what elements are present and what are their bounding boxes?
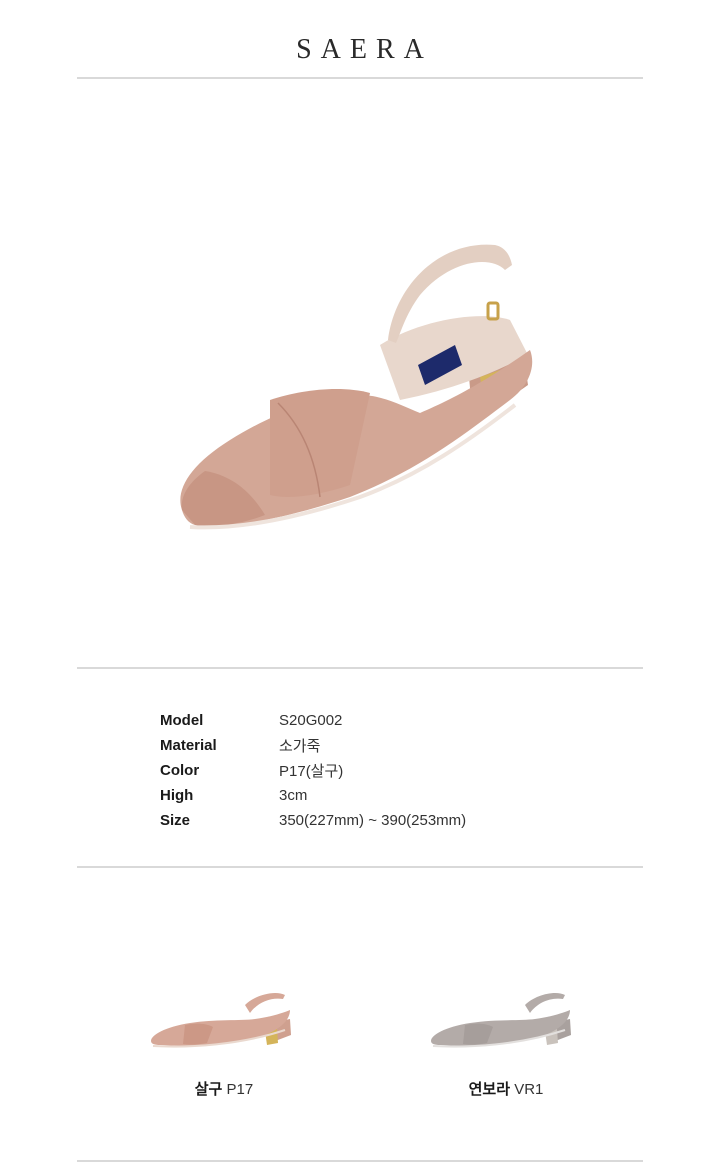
spec-value: 3cm (279, 787, 308, 804)
brand-logo: SAERA (296, 34, 433, 65)
spec-row-material: Material 소가죽 (160, 733, 580, 758)
spec-label: Model (160, 712, 204, 729)
variant-caption-p17: 살구 P17 (124, 1078, 324, 1099)
variant-card-p17[interactable] (145, 985, 305, 1065)
spec-label: Color (160, 762, 200, 779)
spec-value: S20G002 (279, 712, 343, 729)
slingback-shoe-icon (180, 244, 533, 530)
divider (77, 866, 643, 868)
spec-table: Model S20G002 Material 소가죽 Color P17(살구)… (160, 708, 580, 833)
variant-code: P17 (226, 1081, 254, 1098)
variant-name: 살구 (194, 1081, 223, 1098)
variant-name: 연보라 (468, 1081, 511, 1098)
slingback-shoe-icon (151, 993, 291, 1048)
spec-row-size: Size 350(227mm) ~ 390(253mm) (160, 808, 580, 833)
variant-code: VR1 (514, 1081, 544, 1098)
spec-row-high: High 3cm (160, 783, 580, 808)
spec-label: Material (160, 737, 217, 754)
spec-value: 소가죽 (279, 738, 321, 755)
divider (77, 77, 643, 79)
spec-value: P17(살구) (279, 763, 344, 780)
spec-row-model: Model S20G002 (160, 708, 580, 733)
variant-caption-vr1: 연보라 VR1 (406, 1078, 606, 1099)
divider (77, 1160, 643, 1162)
spec-label: Size (160, 812, 191, 829)
slingback-shoe-icon (431, 993, 571, 1048)
spec-label: High (160, 787, 194, 804)
spec-row-color: Color P17(살구) (160, 758, 580, 783)
spec-value: 350(227mm) ~ 390(253mm) (279, 812, 467, 829)
divider (77, 667, 643, 669)
variant-card-vr1[interactable] (425, 985, 585, 1065)
